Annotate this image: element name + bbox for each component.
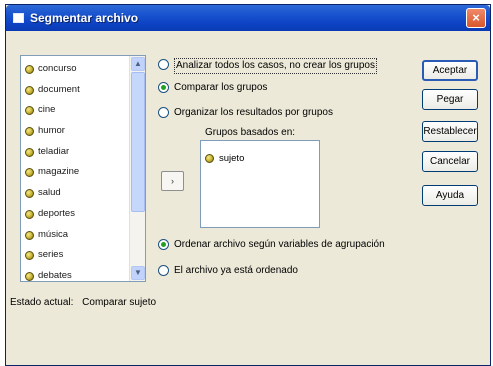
list-item[interactable]: salud — [21, 183, 129, 204]
close-button[interactable]: × — [466, 8, 486, 28]
scroll-up-icon[interactable]: ▲ — [131, 57, 145, 71]
split-file-dialog: Segmentar archivo × concurso document ci… — [5, 4, 491, 366]
reset-button[interactable]: Restablecer — [422, 121, 478, 142]
variable-name: deportes — [38, 207, 75, 219]
window-icon — [13, 13, 24, 23]
variable-list[interactable]: concurso document cine humor teladiar ma… — [20, 55, 146, 282]
variable-icon — [25, 65, 34, 74]
help-button[interactable]: Ayuda — [422, 185, 478, 206]
radio-button[interactable] — [158, 239, 169, 250]
list-item[interactable]: debates — [21, 266, 129, 287]
paste-button[interactable]: Pegar — [422, 89, 478, 110]
radio-label: Ordenar archivo según variables de agrup… — [174, 239, 385, 250]
list-item[interactable]: teladiar — [21, 142, 129, 163]
group-variable-name: sujeto — [219, 153, 245, 164]
groups-list[interactable]: sujeto — [200, 140, 320, 228]
list-item[interactable]: document — [21, 80, 129, 101]
radio-label: El archivo ya está ordenado — [174, 265, 298, 276]
list-item[interactable]: concurso — [21, 59, 129, 80]
radio-button[interactable] — [158, 59, 169, 70]
radio-button[interactable] — [158, 82, 169, 93]
variable-icon — [25, 230, 34, 240]
radio-label: Analizar todos los casos, no crear los g… — [174, 58, 377, 74]
vertical-scrollbar[interactable]: ▲ ▼ — [129, 56, 145, 281]
list-item[interactable]: deportes — [21, 204, 129, 225]
list-item[interactable]: sujeto — [205, 152, 244, 166]
accept-button[interactable]: Aceptar — [422, 60, 478, 81]
scroll-down-icon[interactable]: ▼ — [131, 266, 145, 280]
window-title: Segmentar archivo — [30, 11, 139, 25]
variable-icon — [25, 189, 34, 199]
variable-icon — [205, 154, 214, 163]
variable-name: debates — [38, 269, 72, 281]
variable-name: concurso — [38, 63, 77, 74]
variable-name: salud — [38, 187, 61, 199]
current-status: Estado actual: Comparar sujeto — [10, 297, 156, 308]
variable-icon — [25, 85, 34, 95]
radio-button[interactable] — [158, 265, 169, 276]
cancel-button[interactable]: Cancelar — [422, 151, 478, 172]
variable-icon — [25, 127, 34, 137]
variable-icon — [25, 209, 34, 219]
list-item[interactable]: cine — [21, 100, 129, 121]
title-bar[interactable]: Segmentar archivo × — [6, 5, 490, 31]
variable-icon — [25, 271, 34, 281]
variable-name: música — [38, 228, 69, 240]
status-label: Estado actual: — [10, 297, 74, 308]
variable-name: teladiar — [38, 145, 70, 157]
variable-list-items: concurso document cine humor teladiar ma… — [21, 59, 129, 287]
scroll-thumb[interactable] — [131, 72, 145, 212]
variable-name: humor — [38, 125, 65, 137]
variable-icon — [25, 106, 34, 116]
list-item[interactable]: música — [21, 225, 129, 246]
variable-name: cine — [38, 104, 56, 116]
variable-name: series — [38, 249, 64, 261]
list-item[interactable]: series — [21, 245, 129, 266]
list-item[interactable]: magazine — [21, 162, 129, 183]
variable-icon — [25, 147, 34, 157]
radio-label: Comparar los grupos — [174, 82, 268, 93]
variable-name: magazine — [38, 166, 80, 178]
groups-label: Grupos basados en: — [205, 127, 296, 138]
move-to-groups-button[interactable]: › — [161, 171, 184, 191]
variable-icon — [25, 168, 34, 178]
variable-icon — [25, 251, 34, 261]
radio-label: Organizar los resultados por grupos — [174, 107, 333, 118]
status-value: Comparar sujeto — [82, 297, 157, 308]
radio-button[interactable] — [158, 107, 169, 118]
list-item[interactable]: humor — [21, 121, 129, 142]
variable-name: document — [38, 83, 80, 95]
